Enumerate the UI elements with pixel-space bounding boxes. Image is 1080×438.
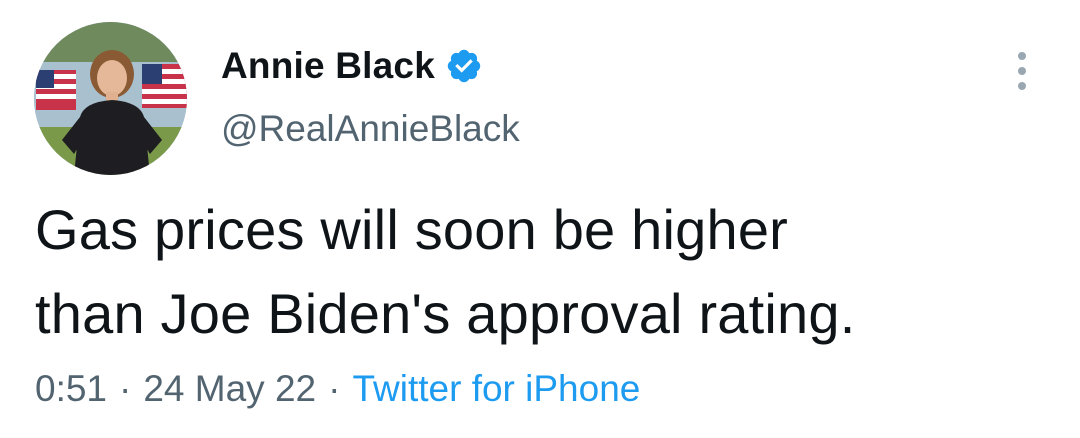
tweet-meta: 0:51 · 24 May 22 · Twitter for iPhone xyxy=(35,368,640,410)
display-name[interactable]: Annie Black xyxy=(221,45,435,87)
author-row: Annie Black xyxy=(221,40,483,92)
tweet-source-link[interactable]: Twitter for iPhone xyxy=(352,368,640,410)
tweet-text: Gas prices will soon be higher than Joe … xyxy=(35,188,1045,356)
tweet-card: Annie Black @RealAnnieBlack Gas prices w… xyxy=(0,0,1080,438)
more-options-icon[interactable] xyxy=(1010,50,1034,92)
tweet-text-line: than Joe Biden's approval rating. xyxy=(35,282,856,345)
meta-separator: · xyxy=(328,368,341,409)
tweet-date[interactable]: 24 May 22 xyxy=(143,368,316,410)
verified-badge-icon xyxy=(445,47,483,85)
tweet-text-line: Gas prices will soon be higher xyxy=(35,198,789,261)
meta-separator: · xyxy=(119,368,132,409)
author-handle[interactable]: @RealAnnieBlack xyxy=(221,108,520,150)
avatar[interactable] xyxy=(34,22,187,175)
avatar-photo xyxy=(34,22,187,175)
tweet-time[interactable]: 0:51 xyxy=(35,368,107,410)
